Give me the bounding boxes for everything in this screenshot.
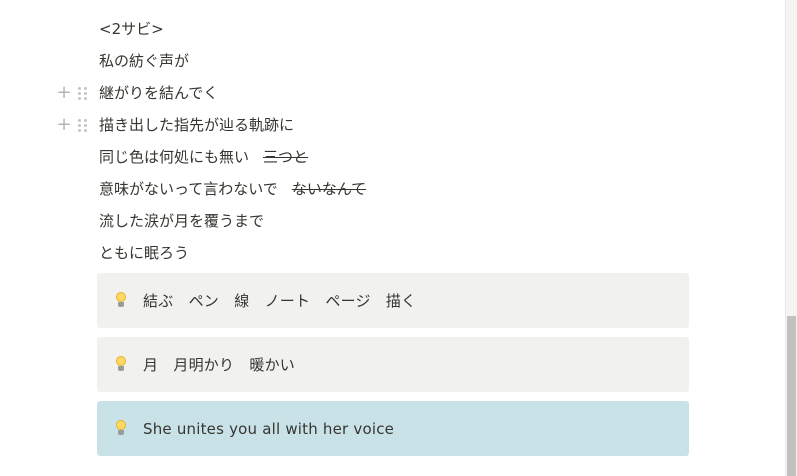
block-handle: + bbox=[56, 114, 96, 136]
plus-icon[interactable]: + bbox=[56, 116, 72, 134]
line-text: 私の紡ぐ声が bbox=[99, 52, 190, 70]
plus-icon[interactable]: + bbox=[56, 84, 72, 102]
line-text: ともに眠ろう bbox=[99, 244, 190, 262]
text-block[interactable]: 私の紡ぐ声が bbox=[99, 45, 189, 77]
text-block[interactable]: 継がりを結んでく bbox=[99, 77, 218, 109]
line-text: 同じ色は何処にも無い bbox=[99, 148, 250, 166]
struck-text: ないなんて bbox=[291, 180, 367, 198]
line-text: <2サビ> bbox=[99, 20, 164, 38]
text-block[interactable]: 流した涙が月を覆うまで bbox=[99, 205, 264, 237]
line-text: 描き出した指先が辿る軌跡に bbox=[99, 116, 295, 134]
scrollbar-thumb[interactable] bbox=[787, 316, 796, 476]
text-block[interactable]: <2サビ> bbox=[99, 13, 164, 45]
callout[interactable]: 月 月明かり 暖かい bbox=[97, 337, 689, 392]
text-block[interactable]: 意味がないって言わないで ないなんて bbox=[99, 173, 366, 205]
line-text: 流した涙が月を覆うまで bbox=[99, 212, 265, 230]
callout-text: She unites you all with her voice bbox=[143, 419, 395, 438]
callout-text: 結ぶ ペン 線 ノート ページ 描く bbox=[143, 292, 417, 310]
callout-text: 月 月明かり 暖かい bbox=[143, 356, 296, 374]
text-block[interactable]: 描き出した指先が辿る軌跡に bbox=[99, 109, 294, 141]
lightbulb-icon bbox=[115, 292, 127, 308]
drag-handle-icon[interactable] bbox=[78, 118, 87, 132]
block-handle: + bbox=[56, 82, 96, 104]
text-block[interactable]: 同じ色は何処にも無い 三つと bbox=[99, 141, 308, 173]
callout[interactable]: 結ぶ ペン 線 ノート ページ 描く bbox=[97, 273, 689, 328]
lightbulb-icon bbox=[115, 420, 127, 436]
drag-handle-icon[interactable] bbox=[78, 86, 87, 100]
struck-text: 三つと bbox=[263, 148, 309, 166]
line-text: 継がりを結んでく bbox=[99, 84, 219, 102]
lightbulb-icon bbox=[115, 356, 127, 372]
text-block[interactable]: ともに眠ろう bbox=[99, 237, 189, 269]
callout[interactable]: She unites you all with her voice bbox=[97, 401, 689, 456]
line-text: 意味がないって言わないで bbox=[99, 180, 278, 198]
